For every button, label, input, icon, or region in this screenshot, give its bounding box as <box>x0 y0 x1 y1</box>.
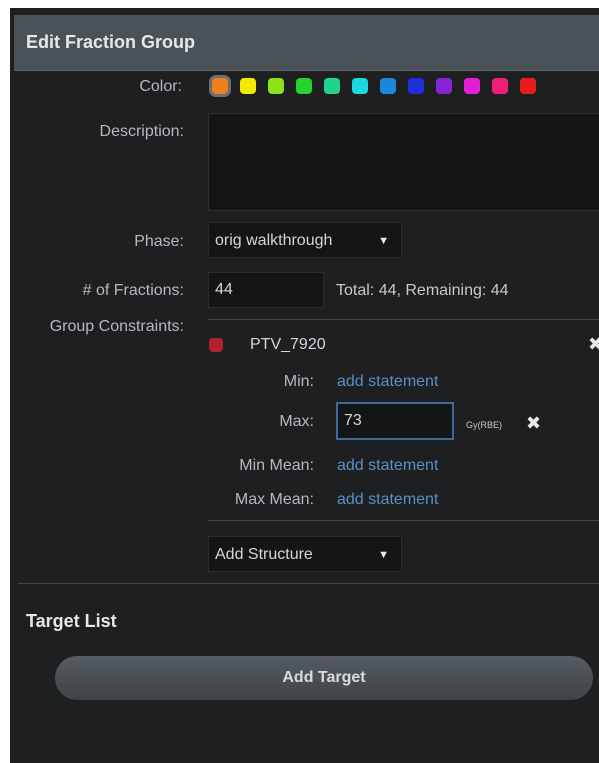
min-add-statement-link[interactable]: add statement <box>337 373 438 391</box>
caret-down-icon: ▼ <box>378 235 389 247</box>
max-mean-label: Max Mean: <box>234 491 314 508</box>
target-list-title: Target List <box>26 611 117 631</box>
panel-header: Edit Fraction Group <box>14 15 599 71</box>
description-textarea[interactable] <box>208 113 599 211</box>
color-swatch[interactable] <box>464 78 480 94</box>
fractions-input[interactable]: 44 <box>208 272 324 308</box>
max-mean-add-statement-link[interactable]: add statement <box>337 491 438 509</box>
min-mean-label: Min Mean: <box>239 457 314 474</box>
color-swatch[interactable] <box>436 78 452 94</box>
color-swatch[interactable] <box>324 78 340 94</box>
group-constraints-label: Group Constraints: <box>49 318 184 335</box>
description-label: Description: <box>99 123 184 140</box>
min-label: Min: <box>283 373 314 390</box>
caret-down-icon: ▼ <box>378 549 389 561</box>
color-swatch[interactable] <box>408 78 424 94</box>
max-input-value: 73 <box>344 412 362 429</box>
constraints-top-divider <box>208 319 599 320</box>
phase-label: Phase: <box>134 233 184 250</box>
phase-selected-value: orig walkthrough <box>215 232 333 249</box>
color-swatch[interactable] <box>212 78 228 94</box>
fractions-summary: Total: 44, Remaining: 44 <box>336 282 509 299</box>
max-value-input[interactable]: 73 <box>336 402 454 440</box>
add-structure-select[interactable]: Add Structure ▼ <box>208 536 402 572</box>
panel-title: Edit Fraction Group <box>26 32 195 52</box>
section-divider <box>18 583 599 584</box>
constraints-bottom-divider <box>208 520 599 521</box>
color-swatch[interactable] <box>296 78 312 94</box>
min-mean-add-statement-link[interactable]: add statement <box>337 457 438 475</box>
fractions-input-value: 44 <box>215 281 233 298</box>
add-structure-label: Add Structure <box>215 546 313 563</box>
color-swatch[interactable] <box>352 78 368 94</box>
phase-select[interactable]: orig walkthrough ▼ <box>208 222 402 258</box>
color-swatch[interactable] <box>380 78 396 94</box>
add-target-button[interactable]: Add Target <box>55 656 593 700</box>
color-swatch[interactable] <box>268 78 284 94</box>
max-label: Max: <box>279 413 314 430</box>
remove-structure-close-icon[interactable]: ✖ <box>588 334 599 355</box>
color-swatch[interactable] <box>492 78 508 94</box>
clear-max-close-icon[interactable]: ✖ <box>526 413 541 434</box>
color-swatch[interactable] <box>240 78 256 94</box>
edit-fraction-group-panel: Edit Fraction Group Color: Description: … <box>10 8 599 763</box>
color-label: Color: <box>139 78 182 95</box>
fractions-label: # of Fractions: <box>82 282 184 299</box>
structure-color-swatch <box>209 338 223 352</box>
color-swatch[interactable] <box>520 78 536 94</box>
structure-name: PTV_7920 <box>250 336 326 353</box>
max-unit-label: Gy(RBE) <box>466 420 502 430</box>
